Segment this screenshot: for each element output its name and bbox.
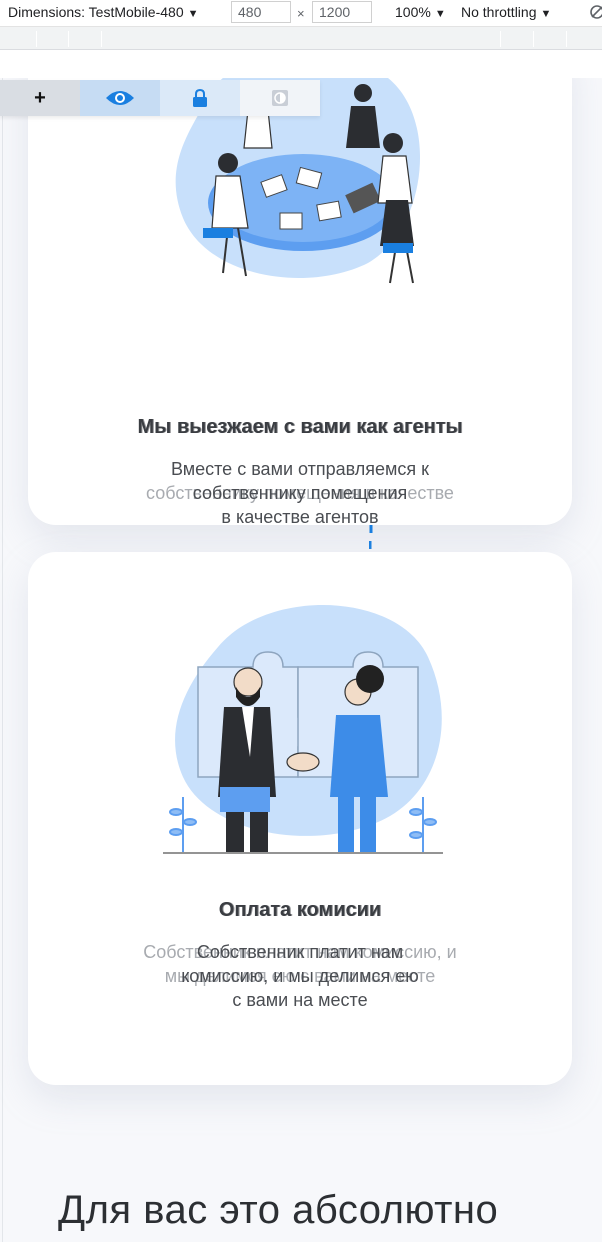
viewport-edge [2, 78, 3, 1242]
ruler-tick [566, 31, 567, 47]
ruler-tick [500, 31, 501, 47]
chevron-down-icon: ▼ [434, 8, 446, 20]
ruler-gap [0, 50, 602, 78]
zoom-dropdown[interactable]: 100% ▼ [395, 4, 446, 20]
step-card-agents: Мы выезжаем с вами как агенты собственни… [28, 78, 572, 527]
card-title: Мы выезжаем с вами как агенты [137, 416, 463, 438]
ruler-tick [68, 31, 69, 47]
lock-icon [193, 89, 207, 107]
ruler-tick [36, 31, 37, 47]
step-connector [369, 525, 373, 549]
add-button[interactable]: + [0, 80, 80, 116]
handshake-illustration [163, 604, 443, 854]
step-card-commission: Оплата комисии Собственник платит нам ко… [28, 552, 572, 1085]
card-description-line: собственнику помещения [192, 483, 408, 503]
ruler-tick [101, 31, 102, 47]
section-heading: Для вас это абсолютно [58, 1188, 499, 1232]
dimensions-label: Dimensions: TestMobile-480 [8, 4, 184, 20]
card-description-line: в качестве агентов [221, 507, 379, 527]
rotate-icon[interactable] [588, 4, 602, 20]
eye-icon [106, 91, 134, 105]
devtools-device-toolbar: Dimensions: TestMobile-480 ▼ 480 × 1200 1… [0, 0, 602, 27]
ruler-tick [533, 31, 534, 47]
zoom-label: 100% [395, 4, 431, 20]
throttling-label: No throttling [461, 4, 537, 20]
chevron-down-icon: ▼ [187, 8, 199, 20]
dimensions-dropdown[interactable]: Dimensions: TestMobile-480 ▼ [8, 4, 199, 20]
contrast-button[interactable] [240, 80, 320, 116]
chevron-down-icon: ▼ [540, 8, 552, 20]
throttling-dropdown[interactable]: No throttling ▼ [461, 4, 551, 20]
media-query-ruler [0, 27, 602, 50]
card-title: Оплата комисии [218, 899, 382, 921]
contrast-icon [272, 90, 288, 106]
card-description-line: с вами на месте [232, 990, 368, 1010]
height-input[interactable]: 1200 [312, 1, 372, 23]
width-input[interactable]: 480 [231, 1, 291, 23]
lock-button[interactable] [160, 80, 240, 116]
floating-toolbar: + [0, 80, 320, 116]
times-separator: × [297, 6, 305, 21]
card-description-line: Собственник платит нам [196, 942, 404, 962]
visibility-button[interactable] [80, 80, 160, 116]
page-viewport: Мы выезжаем с вами как агенты собственни… [0, 78, 602, 1242]
plus-icon: + [34, 86, 46, 109]
card-description-line: Вместе с вами отправляемся к [170, 459, 430, 479]
card-description-line: комиссию, и мы делимся ею [181, 966, 419, 986]
